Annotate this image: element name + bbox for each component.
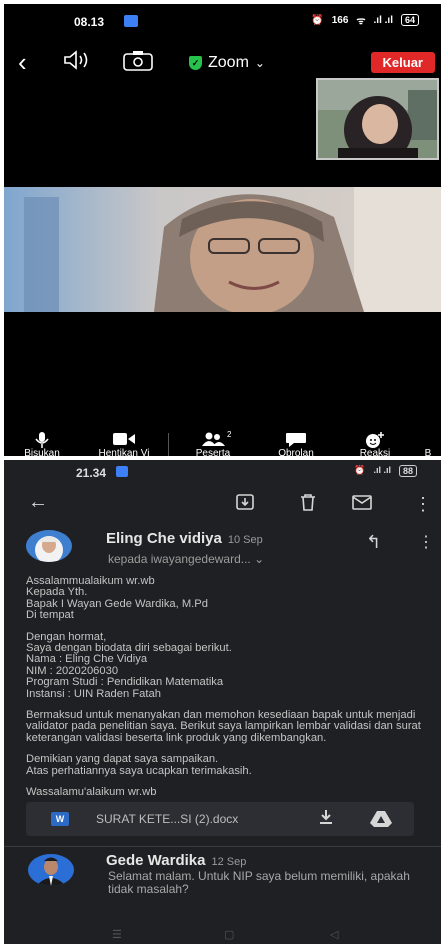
avatar bbox=[28, 854, 74, 886]
self-view-thumbnail[interactable] bbox=[316, 78, 439, 160]
recipient-text: kepada iwayangedeward... bbox=[108, 552, 251, 566]
more-icon bbox=[424, 432, 432, 444]
avatar bbox=[26, 530, 72, 562]
word-document-icon: W bbox=[51, 812, 69, 826]
chevron-down-icon: ⌄ bbox=[254, 56, 265, 70]
status-time: 08.13 bbox=[74, 15, 105, 29]
recent-apps-icon[interactable]: ☰ bbox=[112, 928, 122, 941]
reply-icon[interactable]: ↰ bbox=[366, 532, 381, 553]
meeting-title-label: Zoom bbox=[208, 54, 249, 71]
body-paragraph: Wassalamu'alaikum wr.wb bbox=[26, 786, 157, 799]
back-arrow-icon[interactable]: ‹ bbox=[18, 47, 27, 78]
chevron-down-icon: ⌄ bbox=[254, 552, 265, 566]
reply-snippet: Selamat malam. Untuk NIP saya belum memi… bbox=[108, 869, 410, 896]
participants-button[interactable]: 2 Peserta bbox=[169, 430, 257, 456]
status-bar: 21.34 ⏰ .ıl .ıl 88 bbox=[4, 460, 441, 484]
sender-name: Eling Che vidiya 10 Sep bbox=[106, 530, 263, 547]
drive-icon[interactable] bbox=[370, 810, 392, 833]
wifi-icon: ᯤ bbox=[356, 16, 366, 27]
stop-video-button[interactable]: Hentikan Vi bbox=[80, 430, 168, 456]
status-right: ⏰ .ıl .ıl 88 bbox=[354, 465, 417, 477]
main-video bbox=[4, 187, 441, 312]
participants-count: 2 bbox=[227, 430, 232, 439]
message-header[interactable]: Eling Che vidiya 10 Sep kepada iwayangede… bbox=[4, 526, 441, 582]
more-vert-icon[interactable]: ⋮ bbox=[414, 494, 432, 515]
alarm-icon: ⏰ bbox=[354, 465, 366, 475]
status-bar: 08.13 ⏰ 166 ᯤ .ıl .ıl 64 bbox=[4, 4, 441, 38]
android-nav-bar: ☰ ▢ ◁ bbox=[4, 928, 441, 944]
notification-icon bbox=[116, 466, 128, 477]
more-label: B bbox=[424, 448, 432, 456]
alarm-icon: ⏰ bbox=[311, 14, 324, 26]
body-paragraph: Bermaksud untuk menanyakan dan memohon k… bbox=[26, 709, 421, 744]
reply-sender-name: Gede Wardika bbox=[106, 852, 206, 869]
zoom-meeting-screen: 08.13 ⏰ 166 ᯤ .ıl .ıl 64 ‹ ✓ Zoom ⌄ Kelu… bbox=[4, 4, 441, 456]
battery-icon: 88 bbox=[398, 465, 417, 477]
zoom-top-bar: ‹ ✓ Zoom ⌄ Keluar bbox=[4, 44, 441, 80]
message-body: Assalammualaikum wr.wb Kepada Yth. Bapak… bbox=[26, 575, 426, 809]
participants-icon bbox=[202, 432, 225, 446]
delete-icon[interactable] bbox=[300, 494, 316, 516]
archive-icon[interactable] bbox=[236, 494, 254, 515]
battery-icon: 64 bbox=[400, 14, 419, 26]
sender-name-text: Eling Che vidiya bbox=[106, 530, 222, 547]
reply-date: 12 Sep bbox=[211, 856, 247, 868]
shield-icon: ✓ bbox=[189, 56, 202, 70]
meeting-toolbar: Bisukan Hentikan Vi 2 Peserta Obrolan Re… bbox=[4, 430, 441, 456]
microphone-icon bbox=[35, 432, 49, 448]
reaction-icon bbox=[366, 432, 384, 448]
chat-icon bbox=[286, 433, 306, 447]
recipient-line[interactable]: kepada iwayangedeward... ⌄ bbox=[108, 552, 264, 566]
mute-label: Bisukan bbox=[24, 448, 60, 456]
status-time: 21.34 bbox=[76, 466, 107, 480]
message-divider bbox=[4, 846, 441, 847]
body-paragraph: Dengan hormat, Saya dengan biodata diri … bbox=[26, 630, 232, 700]
email-action-bar: ← ⋮ bbox=[4, 488, 441, 524]
more-vert-icon[interactable]: ⋮ bbox=[418, 532, 434, 552]
signal-icon: .ıl .ıl bbox=[373, 14, 393, 26]
signal-icon: .ıl .ıl bbox=[373, 465, 391, 475]
home-icon[interactable]: ▢ bbox=[224, 928, 234, 941]
video-camera-icon bbox=[113, 433, 135, 445]
attachment-chip[interactable]: W SURAT KETE...SI (2).docx bbox=[26, 802, 414, 836]
stop-video-label: Hentikan Vi bbox=[98, 448, 150, 456]
participants-label: Peserta bbox=[195, 448, 231, 456]
net-speed: 166 bbox=[331, 14, 349, 26]
chat-button[interactable]: Obrolan bbox=[257, 430, 335, 456]
leave-button[interactable]: Keluar bbox=[370, 52, 435, 73]
back-icon[interactable]: ◁ bbox=[330, 928, 338, 941]
mute-button[interactable]: Bisukan bbox=[4, 430, 80, 456]
speaker-icon[interactable] bbox=[62, 50, 92, 76]
status-right: ⏰ 166 ᯤ .ıl .ıl 64 bbox=[311, 13, 419, 27]
reply-sender[interactable]: Gede Wardika 12 Sep bbox=[106, 852, 246, 869]
reactions-label: Reaksi bbox=[359, 448, 391, 456]
notification-icon bbox=[124, 15, 138, 27]
gmail-email-screen: 21.34 ⏰ .ıl .ıl 88 ← ⋮ Eling Che vidiya 1… bbox=[4, 460, 441, 944]
reactions-button[interactable]: Reaksi bbox=[335, 430, 415, 456]
back-arrow-icon[interactable]: ← bbox=[28, 491, 48, 514]
attachment-name: SURAT KETE...SI (2).docx bbox=[96, 812, 239, 826]
body-paragraph: Assalammualaikum wr.wb Kepada Yth. Bapak… bbox=[26, 575, 208, 622]
more-button[interactable]: B bbox=[415, 430, 441, 456]
download-icon[interactable] bbox=[318, 808, 334, 831]
meeting-title[interactable]: ✓ Zoom ⌄ bbox=[189, 54, 265, 72]
message-date: 10 Sep bbox=[227, 534, 263, 546]
mark-unread-icon[interactable] bbox=[352, 494, 372, 515]
chat-label: Obrolan bbox=[278, 448, 314, 456]
body-paragraph: Demikian yang dapat saya sampaikan. Atas… bbox=[26, 753, 252, 777]
switch-camera-icon[interactable] bbox=[122, 50, 154, 78]
